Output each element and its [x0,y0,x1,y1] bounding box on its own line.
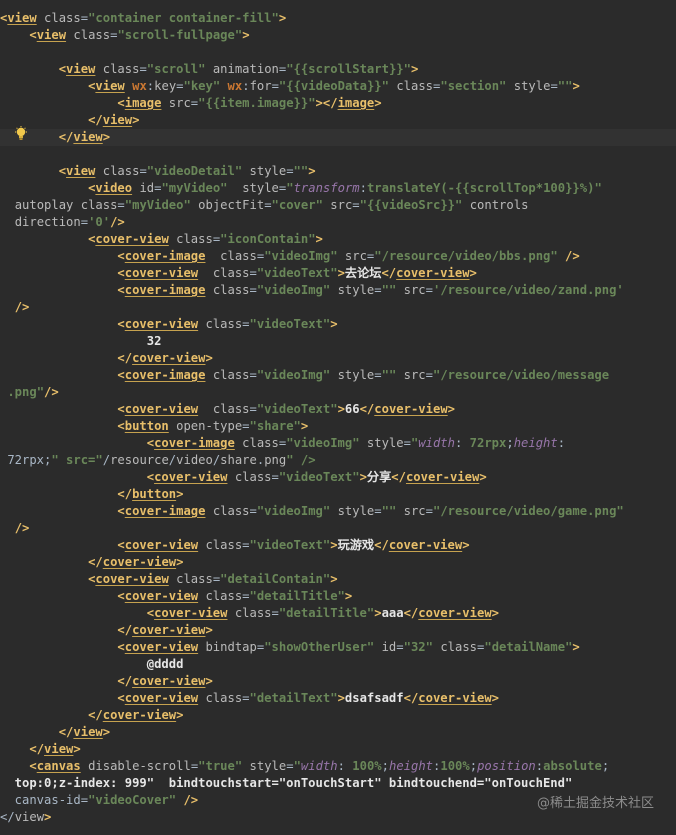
code-line[interactable]: </cover-view> [0,673,676,690]
code-line[interactable] [0,44,676,61]
code-line[interactable]: <video id="myVideo" style="transform:tra… [0,180,676,197]
code-line[interactable]: <cover-view bindtap="showOtherUser" id="… [0,639,676,656]
code-line[interactable]: </view> [0,112,676,129]
code-line[interactable]: <button open-type="share"> [0,418,676,435]
code-line[interactable]: <cover-image class="videoImg" style="" s… [0,503,676,520]
code-line[interactable]: </cover-view> [0,350,676,367]
code-line[interactable]: autoplay class="myVideo" objectFit="cove… [0,197,676,214]
code-line[interactable]: <canvas disable-scroll="true" style="wid… [0,758,676,775]
code-line[interactable]: <cover-image class="videoImg" style="wid… [0,435,676,452]
code-line[interactable]: <cover-view class="detailTitle">aaa</cov… [0,605,676,622]
code-line[interactable]: <cover-image class="videoImg" style="" s… [0,367,676,384]
code-line[interactable]: top:0;z-index: 999" bindtouchstart="onTo… [0,775,676,792]
code-line[interactable]: <cover-view class="detailText">dsafsadf<… [0,690,676,707]
code-line[interactable]: <view class="container container-fill"> [0,10,676,27]
code-line[interactable]: </view> [0,741,676,758]
code-line[interactable]: direction='0'/> [0,214,676,231]
code-line[interactable]: <cover-view class="detailContain"> [0,571,676,588]
watermark: @稀土掘金技术社区 [536,796,654,811]
code-line[interactable]: @dddd [0,656,676,673]
code-line[interactable]: <image src="{{item.image}}"></image> [0,95,676,112]
code-line[interactable]: </cover-view> [0,622,676,639]
code-line[interactable]: <view wx:key="key" wx:for="{{videoData}}… [0,78,676,95]
code-line[interactable]: <view class="scroll-fullpage"> [0,27,676,44]
code-line[interactable]: <cover-image class="videoImg" style="" s… [0,282,676,299]
code-line[interactable]: <cover-image class="videoImg" src="/reso… [0,248,676,265]
code-line[interactable]: </cover-view> [0,707,676,724]
code-line[interactable]: </button> [0,486,676,503]
code-line[interactable]: <cover-view class="videoText">去论坛</cover… [0,265,676,282]
code-line[interactable]: 32 [0,333,676,350]
code-line[interactable]: <cover-view class="videoText"> [0,316,676,333]
code-line[interactable]: <cover-view class="videoText">66</cover-… [0,401,676,418]
code-line[interactable]: /> [0,520,676,537]
code-line[interactable]: /> [0,299,676,316]
lightbulb-icon[interactable] [14,126,28,142]
code-line[interactable]: <view class="videoDetail" style=""> [0,163,676,180]
code-line[interactable]: <cover-view class="videoText">分享</cover-… [0,469,676,486]
code-line[interactable]: </view> [0,809,676,826]
code-line[interactable]: <view class="scroll" animation="{{scroll… [0,61,676,78]
code-line[interactable]: .png"/> [0,384,676,401]
code-line[interactable]: </view> [0,724,676,741]
code-editor[interactable]: <view class="container container-fill"> … [0,0,676,835]
code-line[interactable]: </view> [0,129,676,146]
code-line[interactable]: <cover-view class="iconContain"> [0,231,676,248]
code-line[interactable]: <cover-view class="videoText">玩游戏</cover… [0,537,676,554]
code-line[interactable]: 72rpx;" src="/resource/video/share.png" … [0,452,676,469]
code-line[interactable]: <cover-view class="detailTitle"> [0,588,676,605]
code-line[interactable] [0,146,676,163]
code-line[interactable]: </cover-view> [0,554,676,571]
